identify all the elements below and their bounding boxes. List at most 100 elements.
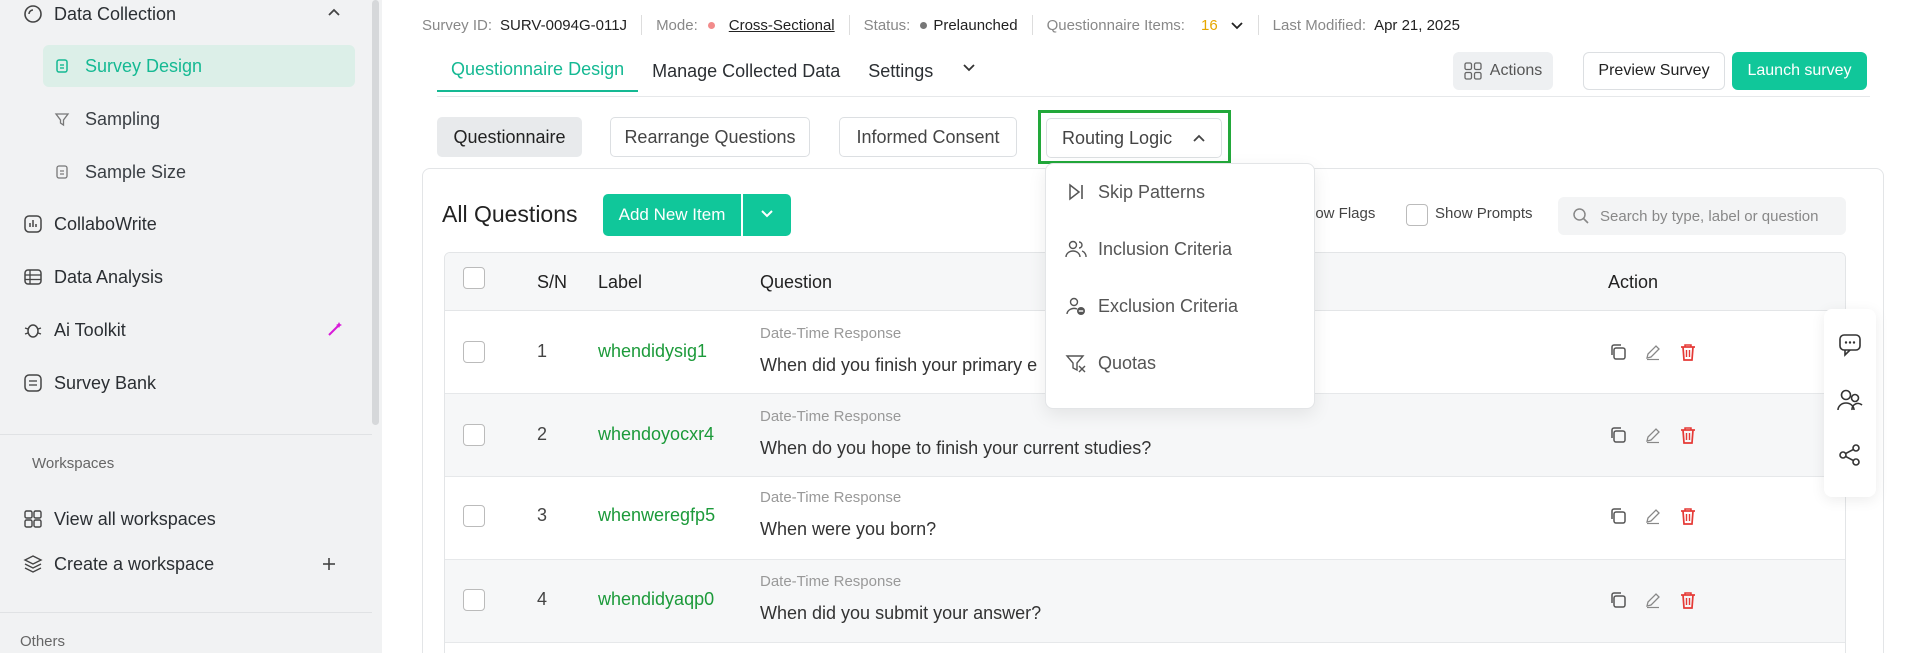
row-label[interactable]: whendidyaqp0 <box>598 589 714 610</box>
row-checkbox[interactable] <box>463 424 485 446</box>
sidebar-item-ai-toolkit[interactable]: Ai Toolkit <box>22 308 126 352</box>
sidebar-item-data-collection[interactable]: Data Collection <box>22 0 176 36</box>
meta-separator <box>641 15 643 35</box>
sidebar-item-label: Create a workspace <box>54 553 215 574</box>
comment-icon[interactable] <box>1835 330 1865 360</box>
modified-label: Last Modified: <box>1272 16 1367 34</box>
sidebar-item-view-all-workspaces[interactable]: View all workspaces <box>22 497 216 541</box>
trash-icon[interactable] <box>1677 424 1699 446</box>
mode-value-link[interactable]: Cross-Sectional <box>729 17 835 34</box>
actions-button[interactable]: Actions <box>1453 52 1553 90</box>
tab-questionnaire-design[interactable]: Questionnaire Design <box>437 59 639 92</box>
copy-icon[interactable] <box>1607 424 1629 446</box>
tab-settings[interactable]: Settings <box>854 61 947 92</box>
header-sn: S/N <box>537 272 568 292</box>
actions-label: Actions <box>1489 62 1543 79</box>
sidebar-item-sampling[interactable]: Sampling <box>43 98 355 140</box>
trash-icon[interactable] <box>1677 589 1699 611</box>
sidebar-item-label: Sampling <box>85 108 161 129</box>
menu-item-label: Quotas <box>1098 352 1157 373</box>
header-action: Action <box>1608 272 1659 292</box>
edit-icon[interactable] <box>1642 341 1664 363</box>
header-label: Label <box>598 272 643 292</box>
row-checkbox[interactable] <box>463 341 485 363</box>
add-new-item-dropdown-button[interactable] <box>743 194 791 236</box>
row-label[interactable]: whendoyocxr4 <box>598 424 714 445</box>
sidebar-item-survey-bank[interactable]: Survey Bank <box>22 361 156 405</box>
magic-wand-icon <box>326 320 344 343</box>
row-checkbox[interactable] <box>463 589 485 611</box>
collaborators-icon[interactable] <box>1835 385 1865 415</box>
plus-icon[interactable] <box>321 556 337 577</box>
edit-icon[interactable] <box>1642 589 1664 611</box>
tab-settings-dropdown[interactable] <box>947 59 991 92</box>
subtab-rearrange-questions[interactable]: Rearrange Questions <box>610 117 810 157</box>
select-all-checkbox[interactable] <box>463 267 485 289</box>
routing-logic-menu: Skip Patterns Inclusion Criteria Exclusi… <box>1045 163 1315 409</box>
row-checkbox[interactable] <box>463 505 485 527</box>
chevron-up-icon[interactable] <box>326 5 342 26</box>
bug-icon <box>22 319 44 341</box>
sidebar-item-label: Survey Bank <box>54 372 157 393</box>
clipboard-icon <box>53 57 71 75</box>
main-tabs: Questionnaire Design Manage Collected Da… <box>437 50 991 92</box>
table-row[interactable]: 4 whendidyaqp0 Date-Time Response When d… <box>445 560 1845 643</box>
row-label[interactable]: whenweregfp5 <box>598 505 715 526</box>
skip-icon <box>1064 180 1088 204</box>
sidebar-item-label: Sample Size <box>85 161 187 182</box>
row-label[interactable]: whendidysig1 <box>598 341 707 362</box>
launch-survey-button[interactable]: Launch survey <box>1732 52 1867 90</box>
sidebar-scrollbar[interactable] <box>372 0 379 425</box>
sidebar-item-collabowrite[interactable]: CollaboWrite <box>22 202 157 246</box>
edit-icon[interactable] <box>1642 505 1664 527</box>
trash-icon[interactable] <box>1677 505 1699 527</box>
header-question: Question <box>760 272 833 292</box>
survey-id-label: Survey ID: <box>422 16 493 34</box>
subtab-informed-consent[interactable]: Informed Consent <box>839 117 1017 157</box>
preview-survey-button[interactable]: Preview Survey <box>1583 52 1725 90</box>
items-count: 16 <box>1200 16 1218 34</box>
grid-icon <box>1464 62 1482 80</box>
sidebar-divider <box>0 434 372 435</box>
tabs-divider <box>437 96 1870 97</box>
routing-logic-label: Routing Logic <box>1062 127 1173 148</box>
trash-icon[interactable] <box>1677 341 1699 363</box>
data-collection-icon <box>22 3 44 25</box>
show-prompts-label: Show Prompts <box>1435 205 1533 222</box>
others-heading: Others <box>20 633 66 650</box>
menu-item-quotas[interactable]: Quotas <box>1064 348 1156 378</box>
menu-item-skip-patterns[interactable]: Skip Patterns <box>1064 177 1205 207</box>
copy-icon[interactable] <box>1607 589 1629 611</box>
list-box-icon <box>22 372 44 394</box>
routing-logic-button[interactable]: Routing Logic <box>1046 118 1222 158</box>
chevron-down-icon[interactable] <box>1230 18 1244 32</box>
copy-icon[interactable] <box>1607 341 1629 363</box>
chart-box-icon <box>22 213 44 235</box>
sidebar-item-create-workspace[interactable]: Create a workspace <box>22 542 214 586</box>
layers-icon <box>22 553 44 575</box>
sidebar-item-survey-design[interactable]: Survey Design <box>43 45 355 87</box>
add-new-item-button[interactable]: Add New Item <box>603 194 741 236</box>
menu-item-label: Skip Patterns <box>1098 181 1206 202</box>
status-dot <box>920 21 928 29</box>
grid-icon <box>22 508 44 530</box>
row-type: Date-Time Response <box>760 489 902 506</box>
sidebar-item-data-analysis[interactable]: Data Analysis <box>22 255 163 299</box>
search-input[interactable] <box>1600 207 1830 225</box>
filter-x-icon <box>1064 351 1088 375</box>
copy-icon[interactable] <box>1607 505 1629 527</box>
show-prompts-checkbox[interactable] <box>1406 204 1428 226</box>
menu-item-exclusion-criteria[interactable]: Exclusion Criteria <box>1064 291 1238 321</box>
edit-icon[interactable] <box>1642 424 1664 446</box>
question-search <box>1558 197 1846 235</box>
status-label: Status: <box>863 16 911 34</box>
subtab-questionnaire[interactable]: Questionnaire <box>437 117 582 157</box>
share-icon[interactable] <box>1835 440 1865 470</box>
tab-manage-collected-data[interactable]: Manage Collected Data <box>638 61 854 92</box>
survey-meta-bar: Survey ID: SURV-0094G-011J Mode: Cross-S… <box>422 14 1460 36</box>
show-flags-label: how Flags <box>1307 205 1376 222</box>
row-question: When did you submit your answer? <box>760 603 1042 623</box>
menu-item-inclusion-criteria[interactable]: Inclusion Criteria <box>1064 234 1232 264</box>
sidebar-item-sample-size[interactable]: Sample Size <box>43 151 355 193</box>
table-row[interactable]: 3 whenweregfp5 Date-Time Response When w… <box>445 477 1845 560</box>
